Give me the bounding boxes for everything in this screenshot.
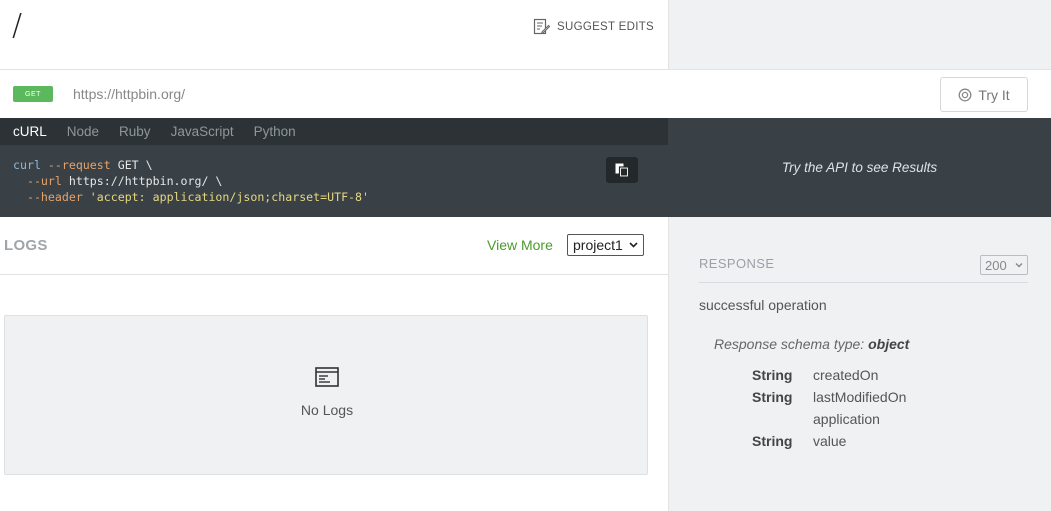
copy-icon (615, 163, 630, 178)
result-placeholder: Try the API to see Results (781, 160, 938, 175)
suggest-edits-button[interactable]: SUGGEST EDITS (533, 18, 654, 35)
no-logs-text: No Logs (300, 402, 354, 418)
code-command: curl (13, 158, 41, 172)
schema-field-name: value (813, 433, 847, 449)
schema-type-prefix: Response schema type: (714, 336, 865, 352)
tab-javascript[interactable]: JavaScript (171, 124, 234, 139)
view-more-link[interactable]: View More (487, 237, 553, 253)
try-it-label: Try It (978, 86, 1010, 103)
logs-divider (0, 274, 668, 275)
edit-document-icon (533, 18, 550, 35)
tab-curl[interactable]: cURL (13, 124, 47, 139)
schema-field-name: createdOn (813, 367, 879, 383)
code-sample: curl --request GET \ --url https://httpb… (0, 145, 668, 217)
logs-empty-state: No Logs (4, 315, 648, 475)
copy-code-button[interactable] (606, 157, 638, 183)
code-url: https://httpbin.org/ \ (61, 174, 223, 188)
project-select[interactable]: project1 (567, 234, 644, 256)
target-icon (958, 88, 972, 101)
code-snippet: curl --request GET \ --url https://httpb… (13, 157, 369, 205)
code-flag-header: --header (26, 190, 83, 204)
response-divider (699, 282, 1028, 283)
response-description: successful operation (699, 297, 827, 313)
schema-field-type: String (752, 389, 793, 405)
code-language-tabs: cURL Node Ruby JavaScript Python (0, 118, 668, 145)
chevron-down-icon (629, 242, 638, 248)
http-method-badge: GET (13, 86, 53, 102)
schema-field-name: lastModifiedOn (813, 389, 907, 405)
tab-ruby[interactable]: Ruby (119, 124, 151, 139)
code-flag-request: --request (47, 158, 111, 172)
try-it-button[interactable]: Try It (940, 77, 1028, 112)
api-reference-page: / SUGGEST EDITS GET https://httpbin.org/… (0, 0, 1051, 511)
schema-type-value: object (868, 336, 910, 352)
schema-field-type: String (752, 367, 793, 383)
status-code-select[interactable]: 200 (980, 255, 1028, 275)
request-url: https://httpbin.org/ (73, 86, 186, 102)
code-flag-url: --url (26, 174, 62, 188)
code-method: GET \ (110, 158, 153, 172)
tab-node[interactable]: Node (67, 124, 99, 139)
chevron-down-icon (1015, 263, 1023, 268)
project-select-value: project1 (573, 237, 623, 253)
request-url-bar: GET https://httpbin.org/ Try It (0, 70, 1051, 118)
tab-python[interactable]: Python (254, 124, 296, 139)
status-code-value: 200 (985, 257, 1007, 273)
logs-heading: LOGS (4, 237, 48, 254)
terminal-window-icon (315, 367, 339, 387)
page-title: / (12, 8, 23, 43)
schema-field-name: application (813, 411, 880, 427)
code-header-value: 'accept: application/json;charset=UTF-8' (89, 190, 369, 204)
response-schema-type: Response schema type: object (714, 336, 909, 352)
response-heading: RESPONSE (699, 256, 775, 271)
schema-field-type: String (752, 433, 793, 449)
result-panel: Try the API to see Results (668, 118, 1051, 217)
suggest-edits-label: SUGGEST EDITS (557, 20, 654, 33)
